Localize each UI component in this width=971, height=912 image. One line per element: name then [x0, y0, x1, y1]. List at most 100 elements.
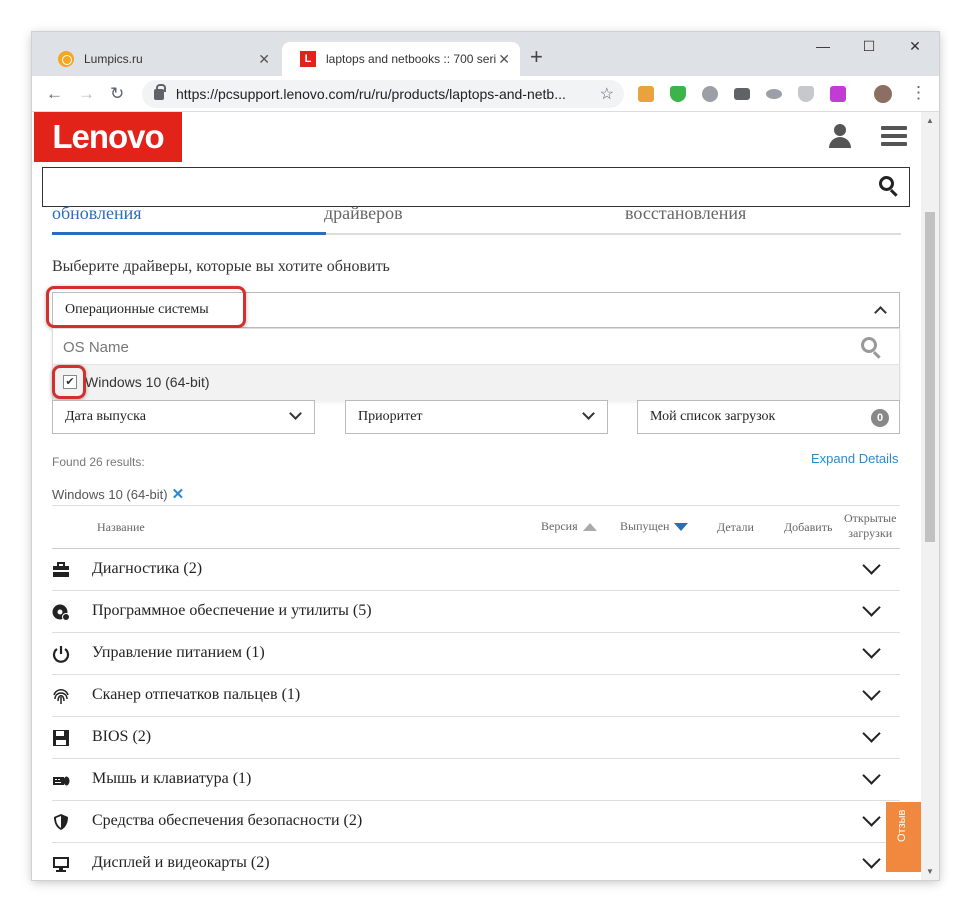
- profile-avatar[interactable]: [874, 85, 892, 103]
- puzzle-extension-icon[interactable]: [830, 86, 846, 102]
- col-version[interactable]: Версия: [541, 519, 597, 534]
- downloads-count-badge: 0: [871, 409, 889, 427]
- site-search-input[interactable]: [42, 167, 910, 207]
- lumpics-favicon-icon: [58, 51, 74, 67]
- search-icon[interactable]: [861, 337, 883, 359]
- eye-extension-icon[interactable]: [766, 89, 782, 99]
- sort-desc-icon: [674, 523, 689, 532]
- tab-close-icon[interactable]: ✕: [258, 51, 270, 68]
- chip-label: Windows 10 (64-bit): [52, 487, 168, 502]
- chevron-down-icon[interactable]: [862, 766, 881, 785]
- fingerprint-icon: [53, 689, 69, 704]
- mail-extension-icon[interactable]: [734, 88, 750, 100]
- col-open-downloads: Открытые загрузки: [844, 511, 897, 540]
- section-tabs: обновления драйверов восстановления: [52, 203, 901, 235]
- category-label: Сканер отпечатков пальцев (1): [92, 686, 301, 703]
- chevron-down-icon[interactable]: [862, 724, 881, 743]
- driver-prompt: Выберите драйверы, которые вы хотите обн…: [52, 258, 390, 275]
- feedback-button[interactable]: Отзыв: [886, 802, 921, 872]
- tab-title: Lumpics.ru: [84, 52, 143, 66]
- category-label: Программное обеспечение и утилиты (5): [92, 602, 372, 619]
- col-released[interactable]: Выпущен: [620, 519, 689, 534]
- expand-details-link[interactable]: Expand Details: [811, 451, 898, 466]
- tab-updates[interactable]: обновления: [52, 203, 142, 224]
- chevron-down-icon[interactable]: [862, 640, 881, 659]
- site-header: Lenovo: [32, 112, 921, 162]
- tab-close-icon[interactable]: ✕: [498, 51, 510, 68]
- chevron-down-icon: [289, 407, 302, 420]
- bookmark-star-icon[interactable]: ☆: [600, 84, 614, 104]
- my-downloads-label: Мой список загрузок: [650, 409, 776, 424]
- browser-menu-icon[interactable]: ⋮: [910, 83, 927, 103]
- category-row[interactable]: Управление питанием (1): [52, 633, 900, 675]
- os-option-label: Windows 10 (64-bit): [85, 374, 210, 390]
- highlight-os-select: [46, 286, 246, 328]
- release-date-label: Дата выпуска: [65, 409, 146, 424]
- chevron-down-icon[interactable]: [862, 682, 881, 701]
- maximize-button[interactable]: ☐: [846, 38, 892, 55]
- chevron-down-icon[interactable]: [862, 808, 881, 827]
- priority-label: Приоритет: [358, 409, 423, 424]
- release-date-filter[interactable]: Дата выпуска: [52, 400, 315, 434]
- category-label: Управление питанием (1): [92, 644, 265, 661]
- category-row[interactable]: BIOS (2): [52, 717, 900, 759]
- my-downloads-button[interactable]: Мой список загрузок 0: [637, 400, 900, 434]
- category-row[interactable]: Сканер отпечатков пальцев (1): [52, 675, 900, 717]
- tab-recovery[interactable]: восстановления: [625, 203, 746, 224]
- category-label: Мышь и клавиатура (1): [92, 770, 252, 787]
- results-table-header: Название Версия Выпущен Детали Добавить …: [52, 505, 900, 549]
- forward-icon[interactable]: →: [78, 84, 95, 104]
- power-icon: [52, 646, 70, 663]
- remove-filter-icon[interactable]: ✕: [172, 486, 185, 503]
- category-label: Диагностика (2): [92, 560, 203, 577]
- back-icon[interactable]: ←: [46, 84, 63, 104]
- chevron-down-icon[interactable]: [862, 598, 881, 617]
- reload-icon[interactable]: ↻: [110, 84, 124, 104]
- minimize-button[interactable]: —: [800, 38, 846, 54]
- search-icon[interactable]: [879, 176, 899, 197]
- sort-asc-icon: [582, 523, 597, 532]
- category-row[interactable]: Программное обеспечение и утилиты (5): [52, 591, 900, 633]
- tab-lenovo[interactable]: L laptops and netbooks :: 700 serie ✕: [282, 42, 520, 76]
- tab-drivers[interactable]: драйверов: [324, 203, 403, 224]
- scrollbar-thumb[interactable]: [925, 212, 935, 542]
- col-details: Детали: [717, 520, 754, 534]
- hamburger-menu-icon[interactable]: [881, 126, 907, 146]
- mouse-keyboard-icon: [53, 776, 70, 786]
- privacy-extension-icon[interactable]: [798, 86, 814, 102]
- shield-extension-icon[interactable]: [670, 86, 686, 102]
- home-extension-icon[interactable]: [638, 86, 654, 102]
- user-account-icon[interactable]: [828, 124, 852, 148]
- scroll-down-icon[interactable]: ▼: [926, 867, 934, 876]
- browser-window: Lumpics.ru ✕ L laptops and netbooks :: 7…: [32, 32, 939, 880]
- security-shield-icon: [54, 814, 68, 830]
- close-window-button[interactable]: ✕: [892, 38, 938, 55]
- chevron-up-icon: [874, 306, 887, 319]
- feedback-label: Отзыв: [896, 809, 908, 842]
- address-bar[interactable]: https://pcsupport.lenovo.com/ru/ru/produ…: [142, 80, 624, 108]
- chevron-down-icon[interactable]: [862, 850, 881, 869]
- chevron-down-icon[interactable]: [862, 556, 881, 575]
- lenovo-logo[interactable]: Lenovo: [34, 112, 182, 162]
- category-row[interactable]: Средства обеспечения безопасности (2): [52, 801, 900, 843]
- category-row[interactable]: Диагностика (2): [52, 549, 900, 591]
- os-name-search-input[interactable]: [63, 335, 823, 359]
- diagnostics-icon: [53, 562, 69, 577]
- web-page: Lenovo обновления драйверов восстановлен…: [32, 112, 921, 880]
- browser-titlebar: Lumpics.ru ✕ L laptops and netbooks :: 7…: [32, 32, 939, 76]
- tab-lumpics[interactable]: Lumpics.ru ✕: [40, 42, 280, 76]
- priority-filter[interactable]: Приоритет: [345, 400, 608, 434]
- new-tab-button[interactable]: +: [530, 46, 543, 68]
- os-option-windows10[interactable]: ✔ Windows 10 (64-bit): [53, 365, 899, 401]
- category-row[interactable]: Дисплей и видеокарты (2): [52, 843, 900, 880]
- lock-icon: [154, 83, 166, 100]
- results-count: Found 26 results:: [52, 455, 145, 469]
- scroll-up-icon[interactable]: ▲: [926, 116, 934, 125]
- col-name[interactable]: Название: [97, 520, 145, 535]
- browser-toolbar: ← → ↻ https://pcsupport.lenovo.com/ru/ru…: [32, 76, 939, 112]
- globe-extension-icon[interactable]: [702, 86, 718, 102]
- category-row[interactable]: Мышь и клавиатура (1): [52, 759, 900, 801]
- page-scrollbar[interactable]: ▲ ▼: [921, 112, 939, 880]
- active-filter-chip: Windows 10 (64-bit) ✕: [52, 485, 184, 503]
- tab-title: laptops and netbooks :: 700 serie: [326, 52, 496, 66]
